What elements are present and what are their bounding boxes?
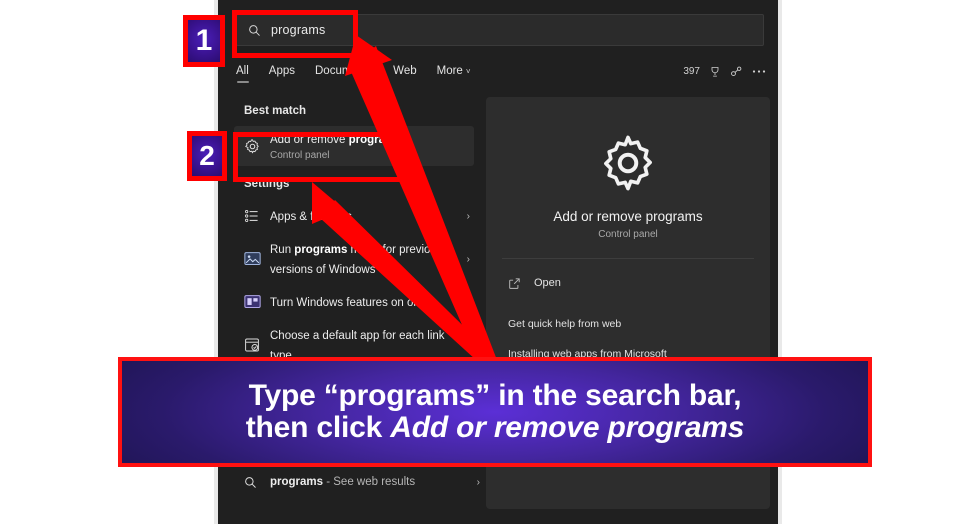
- tab-more[interactable]: More ˅: [437, 65, 471, 83]
- tab-documents[interactable]: Documents: [315, 65, 373, 83]
- preview-open-label: Open: [534, 277, 561, 289]
- tab-more-label: More: [436, 65, 463, 77]
- result-title: Apps & features: [270, 211, 352, 223]
- result-see-web-results[interactable]: programs - See web results ›: [218, 462, 480, 502]
- chevron-right-icon[interactable]: ›: [461, 297, 470, 308]
- share-icon[interactable]: [730, 65, 743, 78]
- caption-line-1: Type “programs” in the search bar,: [248, 378, 742, 412]
- result-apps-and-features[interactable]: Apps & features ›: [218, 196, 480, 236]
- windows-features-icon: [244, 294, 270, 310]
- default-app-icon: [244, 337, 270, 353]
- open-icon: [508, 277, 534, 290]
- web-result-query: programs: [270, 476, 324, 488]
- result-title-prefix: Turn Windows features on or off: [270, 297, 433, 309]
- result-title-prefix: Apps & features: [270, 211, 352, 223]
- result-title-bold: programs: [294, 244, 348, 256]
- screenshot-root: programs All Apps Documents Web More ˅ 39…: [0, 0, 957, 524]
- chevron-right-icon[interactable]: ›: [461, 211, 470, 222]
- result-run-programs-compat[interactable]: Run programs made for previous versions …: [218, 236, 480, 282]
- search-filter-bar: All Apps Documents Web More ˅ 397: [218, 55, 778, 93]
- preview-link-0[interactable]: Get quick help from web: [486, 309, 770, 339]
- caption-line-2-plain: then click: [245, 411, 391, 444]
- step-badge-2: 2: [187, 131, 227, 181]
- rewards-trophy-icon[interactable]: [709, 66, 721, 78]
- web-result-suffix: - See web results: [323, 476, 416, 488]
- chevron-right-icon[interactable]: ›: [461, 340, 470, 351]
- result-title-prefix: Run: [270, 244, 295, 256]
- tab-apps-label: Apps: [268, 65, 295, 77]
- best-match-heading: Best match: [244, 105, 306, 117]
- filter-bar-right-group: 397: [683, 65, 766, 78]
- highlight-box-search-bar: [232, 10, 358, 58]
- search-icon: [244, 476, 270, 489]
- preview-open-action[interactable]: Open: [486, 267, 770, 299]
- chevron-right-icon[interactable]: ›: [461, 254, 470, 265]
- tab-all-label: All: [236, 65, 249, 77]
- result-turn-windows-features[interactable]: Turn Windows features on or off ›: [218, 282, 480, 322]
- result-text: Run programs made for previous versions …: [270, 239, 461, 279]
- chevron-right-icon[interactable]: ›: [471, 477, 480, 488]
- compatibility-icon: [244, 251, 270, 267]
- tab-web-label: Web: [393, 65, 417, 77]
- tab-documents-label: Documents: [315, 65, 374, 77]
- preview-subtitle: Control panel: [598, 229, 658, 240]
- tab-web[interactable]: Web: [393, 65, 416, 83]
- caption-line-2-italic: Add or remove programs: [390, 411, 745, 444]
- tab-all[interactable]: All: [236, 65, 249, 83]
- step-badge-1: 1: [183, 15, 225, 67]
- result-title: Run programs made for previous versions …: [270, 244, 443, 276]
- rewards-count: 397: [683, 66, 700, 77]
- highlight-box-best-match: [233, 132, 405, 182]
- preview-title: Add or remove programs: [553, 209, 703, 224]
- chevron-down-icon: ˅: [465, 67, 471, 76]
- instruction-caption-banner: Type “programs” in the search bar, then …: [118, 357, 872, 467]
- tab-apps[interactable]: Apps: [269, 65, 295, 83]
- preview-divider: [502, 258, 754, 259]
- result-text: Turn Windows features on or off: [270, 292, 461, 312]
- result-text: Apps & features: [270, 206, 461, 226]
- caption-line-2: then click Add or remove programs: [245, 411, 745, 444]
- web-result-text: programs - See web results: [270, 476, 471, 488]
- gear-icon: [604, 135, 652, 191]
- result-title: Turn Windows features on or off: [270, 297, 433, 309]
- more-options-icon[interactable]: [752, 69, 766, 74]
- list-settings-icon: [244, 208, 270, 224]
